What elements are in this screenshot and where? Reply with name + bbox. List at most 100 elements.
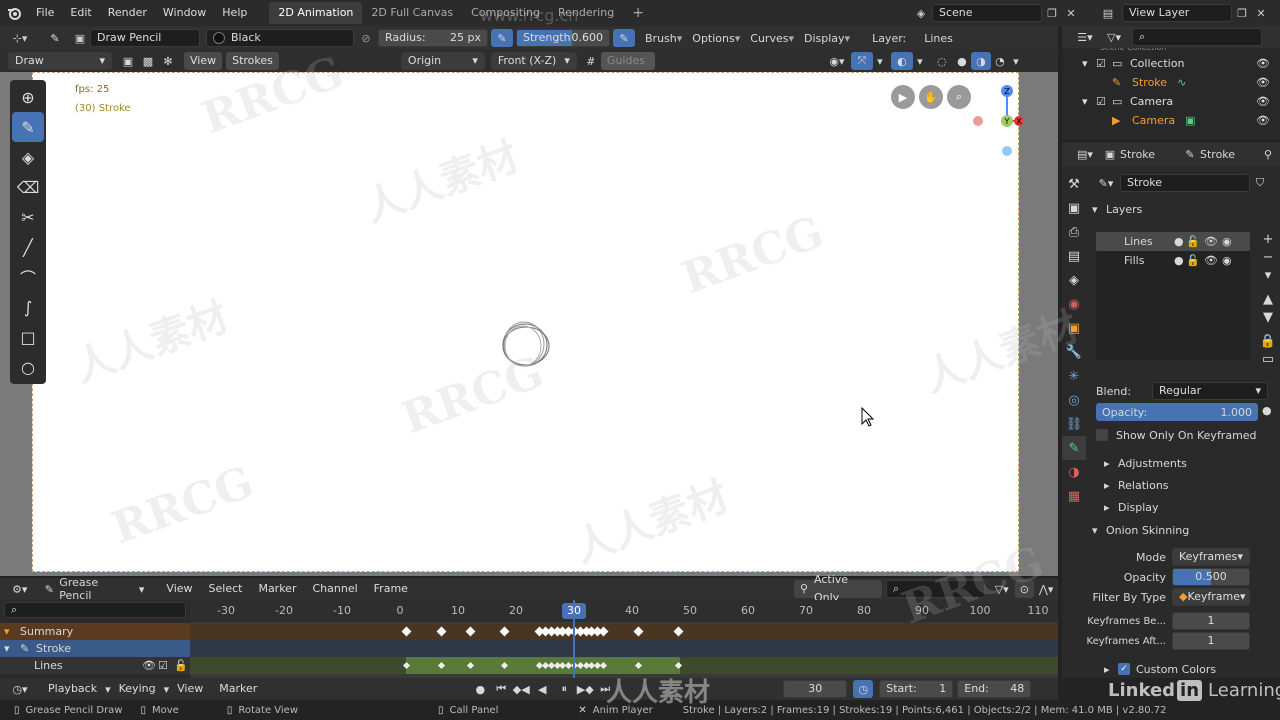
menu-file[interactable]: File <box>28 0 62 26</box>
cutter-tool[interactable]: ✂ <box>12 202 44 232</box>
tab-2d-full-canvas[interactable]: 2D Full Canvas <box>362 2 462 24</box>
blender-logo-icon[interactable] <box>0 0 28 26</box>
adjustments-panel[interactable]: ▸ Adjustments <box>1104 454 1187 472</box>
lines-keyframe[interactable] <box>402 661 410 670</box>
canvas[interactable]: fps: 25 (30) Stroke ▶ ✋ ⌕ Z Y X <box>32 72 1023 572</box>
dopesheet-menu-select[interactable]: Select <box>201 578 251 600</box>
autoclean-icon[interactable]: ▩ <box>138 55 158 68</box>
solid-shading-icon[interactable]: ● <box>953 55 971 68</box>
dopesheet-editor-icon[interactable]: ⚙▾ <box>0 583 40 596</box>
material-field[interactable]: Black <box>206 29 354 47</box>
lines-keyframe[interactable] <box>437 661 445 670</box>
onion-skinning-panel[interactable]: ▾ Onion Skinning <box>1092 520 1189 540</box>
output-tab-icon[interactable]: ⎙ <box>1062 220 1086 244</box>
summary-keyframe[interactable] <box>673 626 684 637</box>
layer-lines-eye-icon[interactable]: 👁 <box>1204 235 1222 248</box>
menu-window[interactable]: Window <box>155 0 214 26</box>
camera-view-icon[interactable]: ▶ <box>891 85 915 109</box>
editor-type-icon[interactable]: ⊹▾ <box>0 32 40 45</box>
proportional-icon[interactable]: ⊙ <box>1014 580 1035 598</box>
strength-pressure-icon[interactable]: ✎ <box>613 29 635 47</box>
dopesheet-filter-icon[interactable]: ▽▾ <box>989 583 1015 596</box>
effects-tab-icon[interactable]: ✳ <box>1062 364 1086 388</box>
pause-icon[interactable]: ⏸ <box>553 682 575 696</box>
data-tab-icon[interactable]: ✎ <box>1062 436 1086 460</box>
play-reverse-icon[interactable]: ◀ <box>531 683 553 696</box>
relations-panel[interactable]: ▸ Relations <box>1104 476 1169 494</box>
pin-icon[interactable]: ⊘ <box>354 32 378 45</box>
layer-fills-eye-icon[interactable]: 👁 <box>1204 254 1222 267</box>
isolate-layer-icon[interactable]: ▭ <box>1256 350 1280 368</box>
fill-tool[interactable]: ◈ <box>12 142 44 172</box>
preview-range-icon[interactable]: ◷ <box>853 680 874 698</box>
layer-row-fills[interactable]: Fills ● 🔓 👁 ◉ <box>1096 251 1250 270</box>
outliner-editor-icon[interactable]: ☰▾ <box>1070 31 1100 44</box>
menu-playback[interactable]: Playback <box>40 678 105 700</box>
lines-keyframe[interactable] <box>675 661 683 670</box>
arc-tool[interactable]: ⌒ <box>12 262 44 292</box>
move-layer-up-icon[interactable]: ▲ <box>1256 290 1280 308</box>
dopesheet-menu-view[interactable]: View <box>158 578 200 600</box>
layer-fills-lock-icon[interactable]: 🔓 <box>1186 254 1204 267</box>
dopesheet-menu-marker[interactable]: Marker <box>250 578 304 600</box>
summary-keyframe[interactable] <box>465 626 476 637</box>
lines-channel[interactable]: Lines 👁 ☑ 🔓 <box>0 657 190 674</box>
outliner-search[interactable]: ⌕ <box>1132 28 1262 46</box>
box-tool[interactable]: □ <box>12 322 44 352</box>
pin-properties-icon[interactable]: ⚲ <box>1264 148 1272 161</box>
snow-icon[interactable]: ✻ <box>158 55 178 68</box>
dopesheet-mode-label[interactable]: Grease Pencil <box>59 576 133 602</box>
fake-user-icon[interactable]: ⛉ <box>1250 176 1270 190</box>
menu-timeline-view[interactable]: View <box>169 678 211 700</box>
new-view-layer-icon[interactable]: ❐ <box>1232 7 1252 20</box>
show-only-keyframed-row[interactable]: Show Only On Keyframed <box>1096 426 1257 444</box>
active-only-button[interactable]: ⚲ Active Only <box>793 573 882 604</box>
mode-dropdown[interactable]: Draw ▾ <box>8 52 112 70</box>
object-tab-icon[interactable]: ▣ <box>1062 316 1086 340</box>
xray-icon[interactable]: ◐ <box>890 52 913 70</box>
scene-tab-icon[interactable]: ◈ <box>1062 268 1086 292</box>
curve-tool[interactable]: ∫ <box>12 292 44 322</box>
strength-slider[interactable]: Strength 0.600 <box>516 29 610 47</box>
render-tab-icon[interactable]: ▣ <box>1062 196 1086 220</box>
menu-keying[interactable]: Keying <box>111 678 164 700</box>
lines-keyframe[interactable] <box>501 661 509 670</box>
dopesheet-search[interactable]: ⌕ <box>885 580 985 598</box>
custom-colors-panel[interactable]: ▸ ✓ Custom Colors <box>1104 660 1216 678</box>
radius-slider[interactable]: Radius: 25 px <box>378 29 488 47</box>
layer-opacity-slider[interactable]: Opacity: 1.000 <box>1096 403 1258 421</box>
start-frame-field[interactable]: Start: 1 <box>879 680 954 698</box>
summary-keyframe[interactable] <box>633 626 644 637</box>
collection-eye-icon[interactable]: 👁 <box>1256 54 1270 73</box>
delete-scene-icon[interactable]: ✕ <box>1062 7 1080 20</box>
layer-opacity-keyframe-icon[interactable]: ● <box>1262 404 1272 417</box>
menu-render[interactable]: Render <box>100 0 155 26</box>
remove-layer-icon[interactable]: − <box>1256 248 1280 266</box>
world-tab-icon[interactable]: ◉ <box>1062 292 1086 316</box>
lines-keyframe[interactable] <box>634 661 642 670</box>
circle-tool[interactable]: ○ <box>12 352 44 382</box>
view-layer-field[interactable]: View Layer <box>1122 4 1232 22</box>
modifier-tab-icon[interactable]: 🔧 <box>1062 340 1086 364</box>
view-layer-icon[interactable]: ▤ <box>1094 7 1122 20</box>
layer-lines-lock-icon[interactable]: 🔓 <box>1186 235 1204 248</box>
material-shading-icon[interactable]: ◑ <box>970 52 991 70</box>
overlay-chevron-icon[interactable]: ▾ <box>873 55 887 68</box>
data-block-icon[interactable]: ✎▾ <box>1092 177 1120 190</box>
outliner-stroke-row[interactable]: ✎ Stroke ∿ 👁 <box>1062 73 1280 92</box>
tab-compositing[interactable]: Compositing <box>462 2 549 24</box>
summary-keyframe[interactable] <box>598 626 609 637</box>
curves-menu[interactable]: Curves <box>750 32 788 45</box>
material-tab-icon[interactable]: ◑ <box>1062 460 1086 484</box>
custom-colors-checkbox[interactable]: ✓ <box>1118 663 1130 675</box>
new-scene-icon[interactable]: ❐ <box>1042 7 1062 20</box>
brush-field[interactable]: Draw Pencil <box>90 29 200 47</box>
options-menu[interactable]: Options <box>692 32 734 45</box>
overlay-icon[interactable]: ⤧ <box>850 52 873 70</box>
onion-mode-dropdown[interactable]: Keyframes ▾ <box>1172 548 1250 566</box>
view-menu[interactable]: View <box>184 52 223 70</box>
brush-menu[interactable]: Brush <box>645 32 677 45</box>
pan-hand-icon[interactable]: ✋ <box>919 85 943 109</box>
layer-row-lines[interactable]: Lines ● 🔓 👁 ◉ <box>1096 232 1250 251</box>
jump-end-icon[interactable]: ⏭ <box>595 682 615 696</box>
